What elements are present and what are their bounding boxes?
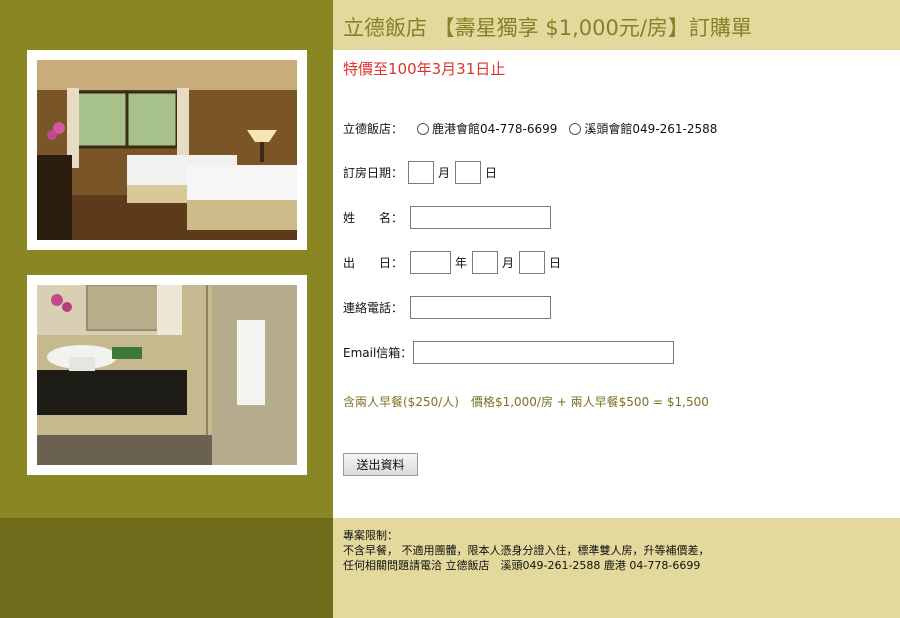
hotel-option-xitou[interactable]: 溪頭會館049-261-2588 xyxy=(569,120,717,137)
hotel-label: 立德飯店： xyxy=(343,122,404,136)
hotel-option-label: 溪頭會館049-261-2588 xyxy=(584,122,718,136)
birthday-label: 出 日： xyxy=(343,256,404,270)
radio-button[interactable] xyxy=(417,122,430,135)
left-footer-panel xyxy=(0,518,333,618)
footer-line: 任何相關問題請電洽 立德飯店 溪頭049-261-2588 鹿港 04-778-… xyxy=(343,559,701,572)
page-title: 立德飯店 【壽星獨享 $1,000元/房】訂購單 xyxy=(343,16,752,40)
footer-text: 專案限制： 不含早餐， 不適用團體，限本人憑身分證入住，標準雙人房，升等補價差，… xyxy=(343,528,710,573)
name-label: 姓 名： xyxy=(343,211,404,225)
birthday-year-input[interactable] xyxy=(410,251,452,274)
booking-date-label: 訂房日期： xyxy=(343,166,404,180)
birthday-row: 出 日： 年 月 日 xyxy=(343,251,566,274)
email-row: Email信箱： xyxy=(343,341,675,364)
booking-month-input[interactable] xyxy=(408,161,435,184)
booking-date-row: 訂房日期： 月 日 xyxy=(343,161,502,184)
email-input[interactable] xyxy=(413,341,675,364)
order-form: 特價至100年3月31日止 立德飯店： 鹿港會館04-778-6699 溪頭會館… xyxy=(333,50,900,518)
phone-row: 連絡電話： xyxy=(343,296,552,319)
month-unit: 月 xyxy=(438,166,451,180)
birthday-month-input[interactable] xyxy=(472,251,499,274)
day-unit: 日 xyxy=(549,256,562,270)
footer-line: 不含早餐， 不適用團體，限本人憑身分證入住，標準雙人房，升等補價差， xyxy=(343,544,710,557)
birthday-day-input[interactable] xyxy=(519,251,546,274)
hotel-option-label: 鹿港會館04-778-6699 xyxy=(432,122,558,136)
email-label: Email信箱： xyxy=(343,346,413,360)
photo-frame-bedroom xyxy=(27,50,307,250)
left-panel xyxy=(0,0,333,518)
day-unit: 日 xyxy=(485,166,498,180)
bedroom-photo xyxy=(37,60,297,240)
footer-notes: 專案限制： 不含早餐， 不適用團體，限本人憑身分證入住，標準雙人房，升等補價差，… xyxy=(333,518,900,618)
radio-button[interactable] xyxy=(569,122,582,135)
phone-input[interactable] xyxy=(410,296,552,319)
bathroom-photo xyxy=(37,285,297,465)
hotel-option-lukang[interactable]: 鹿港會館04-778-6699 xyxy=(417,120,557,137)
header-bar: 立德飯店 【壽星獨享 $1,000元/房】訂購單 xyxy=(333,0,900,50)
booking-day-input[interactable] xyxy=(455,161,482,184)
submit-button[interactable]: 送出資料 xyxy=(343,453,418,476)
footer-heading: 專案限制： xyxy=(343,529,398,542)
photo-frame-bathroom xyxy=(27,275,307,475)
price-summary: 含兩人早餐($250/人) 價格$1,000/房 + 兩人早餐$500 = $1… xyxy=(343,395,709,409)
month-unit: 月 xyxy=(502,256,515,270)
year-unit: 年 xyxy=(455,256,468,270)
name-row: 姓 名： xyxy=(343,206,552,229)
promo-note: 特價至100年3月31日止 xyxy=(343,60,506,78)
phone-label: 連絡電話： xyxy=(343,301,404,315)
name-input[interactable] xyxy=(410,206,552,229)
hotel-row: 立德飯店： 鹿港會館04-778-6699 溪頭會館049-261-2588 xyxy=(343,120,717,137)
